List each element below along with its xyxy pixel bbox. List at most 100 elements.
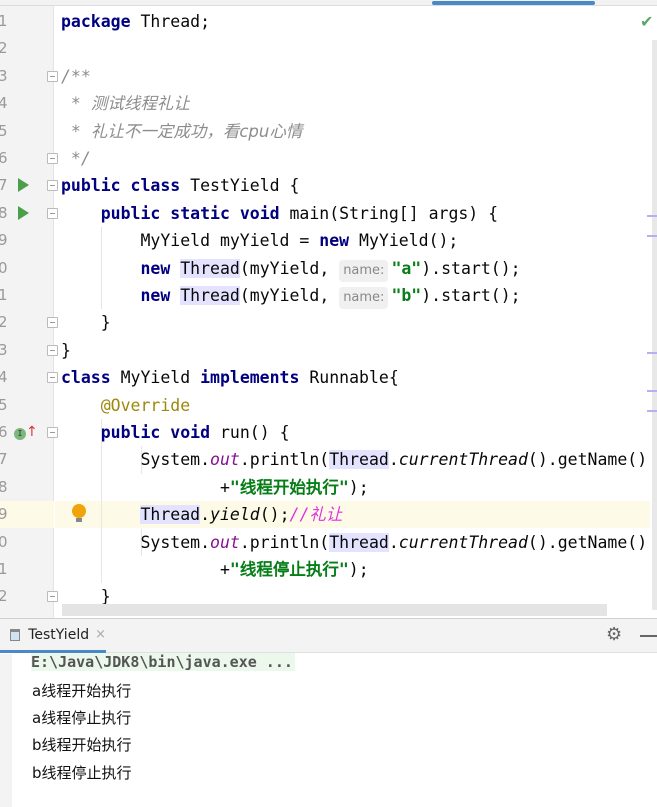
code-line[interactable]: +"线程停止执行"); [61,556,369,583]
code-token: new [140,258,171,278]
code-line[interactable]: class MyYield implements Runnable{ [61,364,399,391]
code-token: * [61,121,91,141]
code-token: ).start(); [421,286,521,305]
code-token: } [61,313,111,333]
code-line[interactable]: package Thread; [61,8,210,35]
lightbulb-icon[interactable] [72,504,86,522]
line-number[interactable]: 6 [0,423,8,441]
code-line[interactable]: * 测试线程礼让 [61,90,190,117]
code-token: public class [61,176,181,196]
scroll-marker[interactable] [647,390,657,392]
code-token: package [61,12,131,31]
line-number[interactable]: 0 [0,259,8,277]
code-line[interactable]: public static void main(String[] args) { [61,200,498,227]
code-line[interactable]: } [61,309,111,336]
line-number[interactable]: 4 [0,94,8,112]
code-token: + [61,560,230,579]
code-token: Thread [329,450,389,470]
code-token: MyYield [110,368,201,388]
line-number[interactable]: 8 [0,204,8,222]
line-number[interactable]: 4 [0,368,8,386]
code-line[interactable]: MyYield myYield = new MyYield(); [61,227,458,254]
line-number[interactable]: 9 [0,505,8,523]
check-icon[interactable]: ✔ [640,12,653,31]
line-number[interactable]: 3 [0,341,8,359]
code-line[interactable]: public class TestYield { [61,172,299,199]
code-line[interactable]: public void run() { [61,419,290,446]
code-token: "a" [391,258,422,278]
line-number[interactable]: 2 [0,587,8,605]
code-token: Thread; [130,12,211,31]
code-token: TestYield { [180,176,300,196]
code-line[interactable]: * 礼让不一定成功，看cpu心情 [61,118,302,145]
code-line[interactable]: new Thread(myYield, name: "a").start(); [61,255,521,282]
close-icon[interactable]: × [95,627,106,642]
code-line[interactable]: */ [61,145,91,172]
line-number[interactable]: 2 [0,39,8,57]
minimize-icon[interactable] [640,635,657,637]
code-token: Thread [180,286,240,305]
code-token: .println( [239,532,330,552]
code-token: + [61,477,230,497]
code-token: //礼让 [289,505,343,525]
scroll-marker[interactable] [647,410,657,412]
code-editor[interactable]: package Thread; /** * 测试线程礼让 * 礼让不一定成功，看c… [55,6,650,608]
line-number[interactable]: 7 [0,450,8,468]
code-token: (); [259,505,290,525]
code-line[interactable]: @Override [61,392,190,419]
gear-icon[interactable]: ⚙ [606,624,622,645]
run-gutter-icon[interactable] [18,205,29,220]
run-gutter-icon[interactable] [18,178,29,193]
run-tab-testyield[interactable]: TestYield × [0,619,106,653]
code-line[interactable]: System.out.println(Thread.currentThread(… [61,446,647,473]
code-token: "线程开始执行" [229,477,349,497]
code-token: System. [61,532,211,552]
code-token: implements [200,368,300,388]
horizontal-scrollbar[interactable] [62,604,607,616]
code-token: (myYield, [239,286,340,305]
code-line[interactable]: Thread.yield();//礼让 [61,501,342,528]
vertical-scrollbar[interactable] [652,40,657,610]
console-output-line: b线程停止执行 [32,764,132,782]
arrow-up-icon[interactable]: ↑ [26,424,38,440]
implements-method-icon[interactable]: I [14,428,26,440]
code-line[interactable]: new Thread(myYield, name: "b").start(); [61,282,521,309]
code-token: MyYield myYield = [61,231,320,251]
line-number[interactable]: 1 [0,286,8,304]
scroll-marker[interactable] [647,235,657,237]
line-number[interactable]: 2 [0,313,8,331]
line-number[interactable]: 8 [0,478,8,496]
code-token: public static void [100,203,280,223]
line-number[interactable]: 1 [0,12,8,30]
gutter-line-highlight [0,501,54,529]
scroll-marker[interactable] [647,215,657,217]
code-line[interactable]: /** [61,63,91,90]
code-token: * [61,94,91,114]
parameter-hint: name: [339,259,389,282]
line-number[interactable]: 6 [0,149,8,167]
code-token: class [61,368,111,388]
code-token: Thread [140,505,201,525]
line-number[interactable]: 1 [0,560,8,578]
line-number[interactable]: 9 [0,231,8,249]
line-number[interactable]: 7 [0,176,8,194]
line-number[interactable]: 3 [0,67,8,85]
code-token: 测试线程礼让 [90,94,190,114]
scroll-marker[interactable] [647,352,657,354]
code-line[interactable]: System.out.println(Thread.currentThread(… [61,529,647,556]
code-line[interactable]: } [61,337,71,364]
code-line[interactable]: +"线程开始执行"); [61,474,369,501]
line-number[interactable]: 5 [0,122,8,140]
code-token: } [61,340,71,360]
code-token: currentThread [398,450,528,470]
console-output-line: a线程停止执行 [32,709,132,727]
line-number[interactable]: 0 [0,533,8,551]
code-token: Runnable{ [299,368,399,388]
console-command: E:\Java\JDK8\bin\java.exe ... [31,653,295,671]
line-number[interactable]: 5 [0,396,8,414]
